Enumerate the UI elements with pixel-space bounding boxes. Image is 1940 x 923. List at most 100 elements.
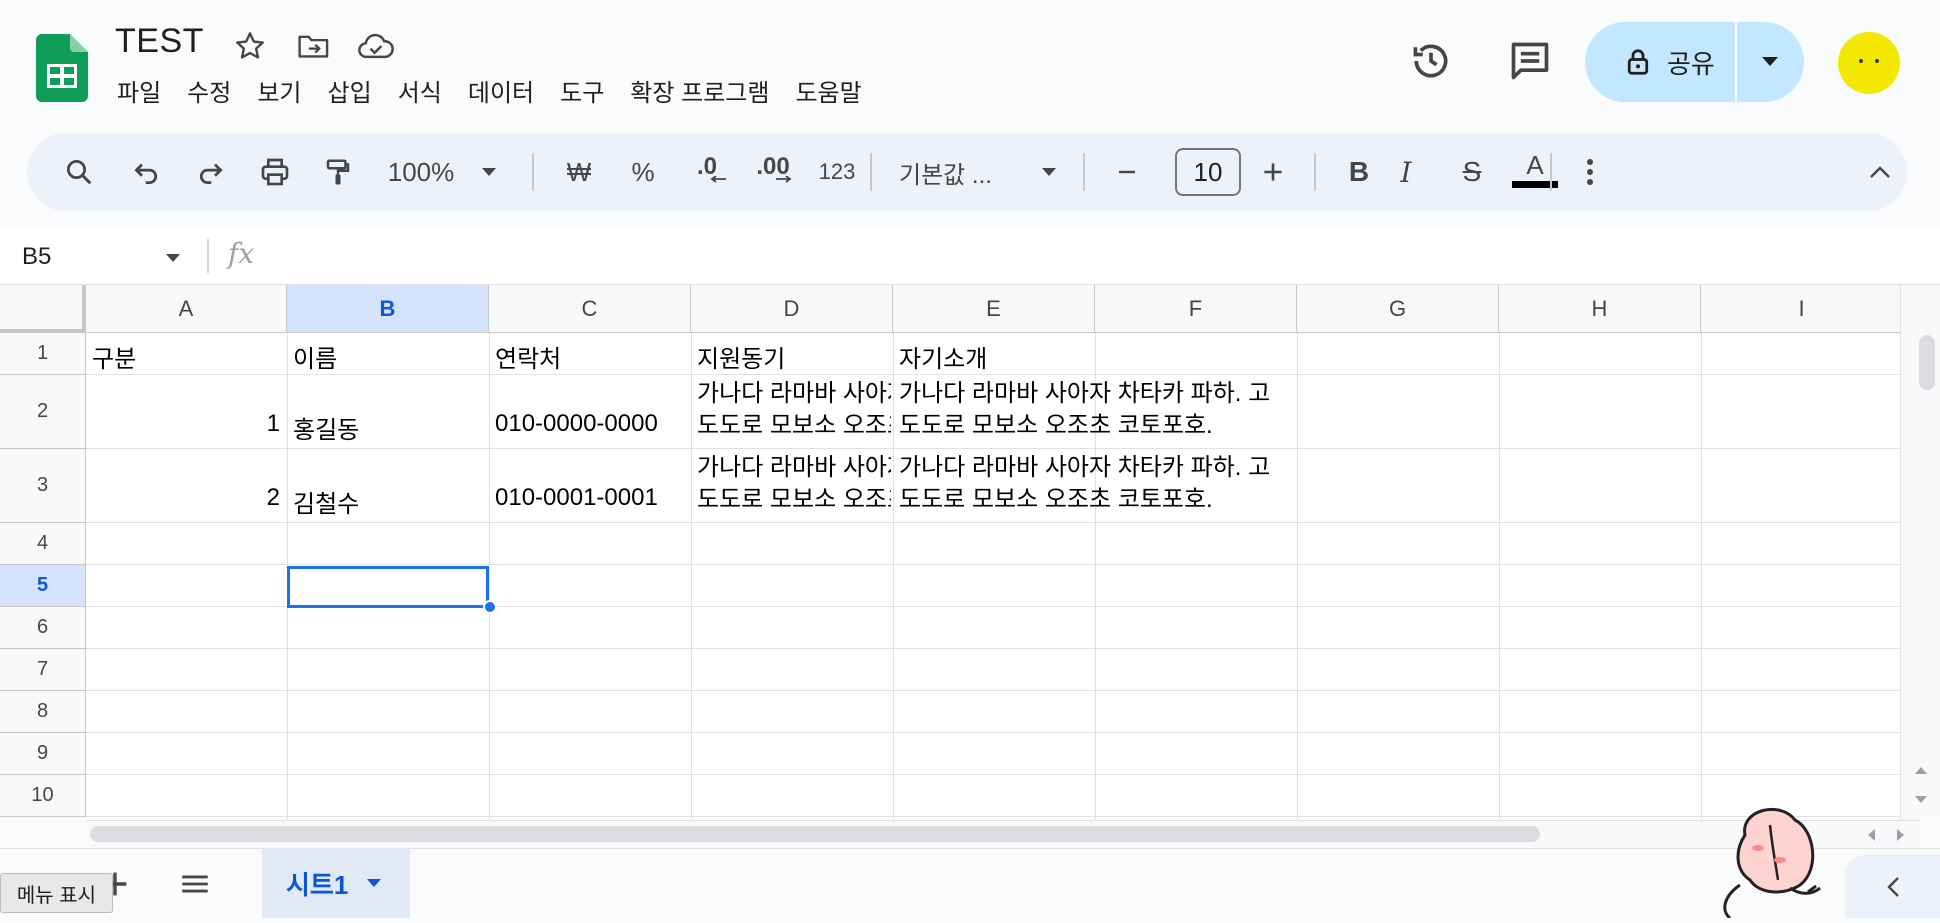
increase-decimal-button[interactable]: .00	[743, 133, 803, 211]
cell-e3[interactable]: 가나다 라마바 사아자 차타카 파하. 고도도로 모보소 오조초 코토포호.	[899, 452, 1289, 518]
font-family-select[interactable]: 기본값 ...	[899, 133, 1019, 211]
comments-icon[interactable]	[1502, 33, 1558, 89]
peach-sticker-icon	[1700, 800, 1830, 920]
redo-icon[interactable]	[182, 133, 238, 211]
text-color-button[interactable]: A	[1502, 133, 1568, 211]
avatar[interactable]	[1838, 32, 1900, 94]
increase-font-size-icon[interactable]	[1245, 133, 1301, 211]
font-family-dropdown-icon[interactable]	[1029, 133, 1069, 211]
zoom-dropdown-icon[interactable]	[475, 133, 503, 211]
cloud-saved-icon[interactable]	[356, 26, 396, 66]
fill-handle[interactable]	[483, 600, 497, 614]
row-header-6[interactable]: 6	[0, 607, 86, 649]
document-title[interactable]: TEST	[115, 22, 204, 61]
row-header-3[interactable]: 3	[0, 449, 86, 523]
menu-file[interactable]: 파일	[104, 74, 174, 114]
side-panel-toggle-button[interactable]	[1845, 855, 1940, 918]
currency-format-button[interactable]: ₩	[555, 133, 603, 211]
cell-a1[interactable]: 구분	[92, 339, 282, 374]
row-header-1[interactable]: 1	[0, 333, 86, 375]
menu-data[interactable]: 데이터	[455, 74, 547, 114]
row-header-2[interactable]: 2	[0, 375, 86, 449]
all-sheets-menu-icon[interactable]	[178, 867, 218, 901]
scroll-down-icon[interactable]	[1914, 795, 1928, 805]
column-header-h[interactable]: H	[1499, 285, 1701, 333]
row-header-10[interactable]: 10	[0, 775, 86, 817]
move-folder-icon[interactable]	[294, 26, 334, 66]
horizontal-scroll-thumb[interactable]	[90, 826, 1540, 842]
star-icon[interactable]	[230, 26, 270, 66]
cell-a2[interactable]: 1	[92, 410, 280, 438]
search-menus-icon[interactable]	[51, 133, 107, 211]
cell-e1[interactable]: 자기소개	[899, 339, 1089, 374]
cell-e3-text: 가나다 라마바 사아자 차타카 파하. 고도도로 모보소 오조초 코토포호.	[899, 454, 1271, 513]
row-header-4[interactable]: 4	[0, 523, 86, 565]
formula-divider	[207, 239, 209, 273]
more-formats-button[interactable]: 123	[807, 133, 867, 211]
collapse-toolbar-icon[interactable]	[1853, 133, 1907, 211]
cell-d2[interactable]: 가나다 라마바 사아자 차타카 파하. 고도도로 모보소 오조초 코토포호.	[697, 378, 891, 444]
cell-c3[interactable]: 010-0001-0001	[495, 484, 690, 512]
column-header-a[interactable]: A	[86, 285, 287, 333]
menu-tools[interactable]: 도구	[547, 74, 617, 114]
vertical-scroll-thumb[interactable]	[1919, 335, 1935, 390]
menu-extensions[interactable]: 확장 프로그램	[617, 74, 782, 114]
scroll-up-icon[interactable]	[1914, 765, 1928, 775]
column-header-e[interactable]: E	[893, 285, 1095, 333]
column-header-i[interactable]: I	[1701, 285, 1903, 333]
grid-line	[86, 648, 1903, 649]
menu-help[interactable]: 도움말	[782, 74, 874, 114]
column-header-d[interactable]: D	[691, 285, 893, 333]
cell-b1[interactable]: 이름	[293, 339, 483, 374]
menu-view[interactable]: 보기	[244, 74, 314, 114]
percent-format-button[interactable]: %	[619, 133, 667, 211]
grid-line	[691, 333, 692, 820]
grid-line	[86, 816, 1903, 817]
cell-b3[interactable]: 김철수	[293, 484, 483, 519]
share-button[interactable]: 공유	[1585, 22, 1737, 102]
paint-format-icon[interactable]	[310, 133, 366, 211]
grid-line	[86, 522, 1903, 523]
undo-icon[interactable]	[119, 133, 175, 211]
version-history-icon[interactable]	[1403, 33, 1459, 89]
column-header-c[interactable]: C	[489, 285, 691, 333]
name-box-dropdown-icon[interactable]	[165, 253, 181, 263]
spreadsheet-grid[interactable]: A B C D E F G H I 1 2 3 4 5 6 7 8 9 10 구…	[0, 285, 1920, 820]
row-header-9[interactable]: 9	[0, 733, 86, 775]
zoom-value[interactable]: 100%	[385, 133, 457, 211]
strikethrough-button[interactable]: S	[1444, 133, 1500, 211]
cell-d3[interactable]: 가나다 라마바 사아자 차타카 파하. 고도도로 모보소 오조초 코토포호.	[697, 452, 891, 518]
sheet-tab-dropdown-icon[interactable]	[366, 878, 382, 888]
font-size-input[interactable]: 10	[1175, 148, 1241, 196]
cell-d1[interactable]: 지원동기	[697, 339, 887, 374]
sheet-tab-active[interactable]: 시트1	[262, 848, 410, 918]
menu-format[interactable]: 서식	[385, 74, 455, 114]
print-icon[interactable]	[247, 133, 303, 211]
decrease-font-size-icon[interactable]	[1099, 133, 1155, 211]
row-header-8[interactable]: 8	[0, 691, 86, 733]
name-box[interactable]: B5	[0, 228, 190, 285]
row-header-7[interactable]: 7	[0, 649, 86, 691]
scroll-right-icon[interactable]	[1896, 828, 1906, 842]
italic-button[interactable]: I	[1378, 133, 1434, 211]
column-header-b[interactable]: B	[287, 285, 489, 333]
column-header-f[interactable]: F	[1095, 285, 1297, 333]
menu-edit[interactable]: 수정	[174, 74, 244, 114]
scroll-left-icon[interactable]	[1866, 828, 1876, 842]
toolbar-divider	[532, 153, 534, 191]
decrease-decimal-button[interactable]: .0	[679, 133, 735, 211]
cell-b2[interactable]: 홍길동	[293, 410, 483, 445]
row-header-5[interactable]: 5	[0, 565, 86, 607]
more-vert-icon[interactable]	[1562, 133, 1618, 211]
menu-insert[interactable]: 삽입	[315, 74, 385, 114]
active-cell-b5[interactable]	[287, 566, 489, 608]
share-dropdown-button[interactable]	[1737, 22, 1803, 102]
cell-c2[interactable]: 010-0000-0000	[495, 410, 690, 438]
cell-a3[interactable]: 2	[92, 484, 280, 512]
grid-line	[86, 690, 1903, 691]
cell-e2[interactable]: 가나다 라마바 사아자 차타카 파하. 고도도로 모보소 오조초 코토포호.	[899, 378, 1289, 444]
sheets-logo-icon[interactable]	[36, 34, 88, 102]
cell-c1[interactable]: 연락처	[495, 339, 685, 374]
select-all-corner[interactable]	[0, 285, 86, 333]
column-header-g[interactable]: G	[1297, 285, 1499, 333]
